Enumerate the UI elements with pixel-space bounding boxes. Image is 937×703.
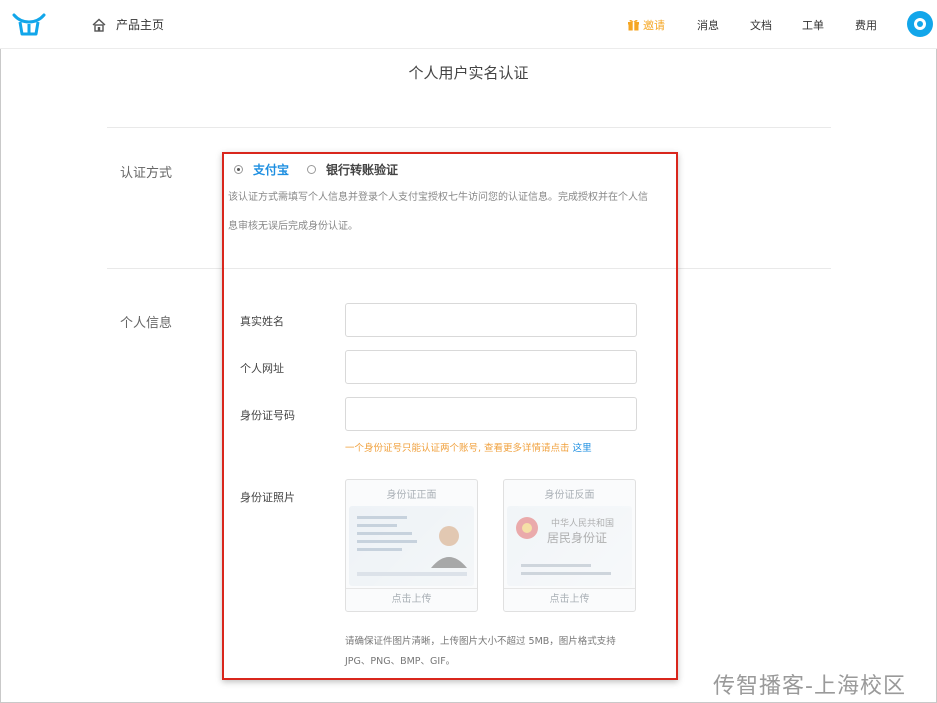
- real-name-input[interactable]: [345, 303, 637, 337]
- radio-bank-transfer-label[interactable]: 银行转账验证: [326, 161, 398, 178]
- auth-method-label: 认证方式: [120, 166, 173, 181]
- personal-info-label: 个人信息: [120, 316, 173, 331]
- website-label: 个人网址: [240, 362, 284, 375]
- radio-alipay-label[interactable]: 支付宝: [253, 161, 289, 178]
- upload-back-button[interactable]: 点击上传: [504, 588, 635, 613]
- id-hint-link[interactable]: 这里: [573, 443, 592, 454]
- id-front-illustration-icon: [357, 516, 467, 576]
- nav-billing[interactable]: 费用: [855, 17, 877, 33]
- id-number-hint: 一个身份证号只能认证两个账号, 查看更多详情请点击 这里: [345, 440, 592, 454]
- home-icon: [92, 18, 106, 32]
- top-navbar: 产品主页 邀请 消息 文档 工单 费用: [0, 0, 937, 49]
- watermark-text: 传智播客-上海校区: [713, 674, 906, 699]
- real-name-label: 真实姓名: [240, 315, 284, 328]
- upload-note: 请确保证件图片清晰，上传图片大小不超过 5MB，图片格式支持 JPG、PNG、B…: [345, 632, 645, 672]
- auth-method-description: 该认证方式需填写个人信息并登录个人支付宝授权七牛访问您的认证信息。完成授权并在个…: [228, 183, 648, 241]
- invite-label: 邀请: [643, 19, 665, 32]
- card-back-country: 中华人民共和国: [551, 517, 614, 529]
- nav-docs[interactable]: 文档: [750, 17, 772, 33]
- nav-messages[interactable]: 消息: [697, 17, 719, 33]
- user-avatar[interactable]: [907, 11, 933, 37]
- card-back-title: 居民身份证: [547, 530, 607, 545]
- description-line-2: 息审核无误后完成身份认证。: [228, 221, 358, 232]
- id-back-sample-image: 中华人民共和国 居民身份证: [507, 506, 632, 586]
- nav-tickets[interactable]: 工单: [802, 17, 824, 33]
- radio-alipay[interactable]: [234, 165, 243, 174]
- upload-front-title: 身份证正面: [386, 490, 437, 501]
- product-home-label: 产品主页: [116, 18, 165, 32]
- radio-bank-transfer[interactable]: [307, 165, 317, 174]
- upload-id-front[interactable]: 身份证正面 点击上传: [345, 479, 478, 612]
- invite-link[interactable]: 邀请: [628, 17, 665, 33]
- product-home-link[interactable]: 产品主页: [92, 16, 164, 33]
- page-title: 个人用户实名认证: [408, 64, 529, 82]
- section-divider: [107, 268, 831, 269]
- id-hint-text: 一个身份证号只能认证两个账号, 查看更多详情请点击: [345, 443, 570, 454]
- id-number-input[interactable]: [345, 397, 637, 431]
- id-number-label: 身份证号码: [240, 409, 295, 422]
- upload-id-back[interactable]: 身份证反面 中华人民共和国 居民身份证 点击上传: [503, 479, 636, 612]
- upload-note-line-1: 请确保证件图片清晰，上传图片大小不超过 5MB，图片格式支持: [345, 636, 616, 647]
- id-photo-label: 身份证照片: [240, 491, 295, 504]
- auth-method-radio-group: 支付宝 银行转账验证: [234, 161, 416, 178]
- section-divider: [107, 127, 831, 128]
- website-input[interactable]: [345, 350, 637, 384]
- description-line-1: 该认证方式需填写个人信息并登录个人支付宝授权七牛访问您的认证信息。完成授权并在个…: [228, 192, 648, 203]
- upload-front-button[interactable]: 点击上传: [346, 588, 477, 613]
- id-front-sample-image: [349, 506, 474, 586]
- upload-note-line-2: JPG、PNG、BMP、GIF。: [345, 656, 456, 667]
- id-back-illustration-icon: 中华人民共和国 居民身份证: [516, 517, 614, 575]
- qiniu-logo-icon[interactable]: [12, 12, 46, 38]
- gift-icon: [628, 20, 639, 31]
- upload-back-title: 身份证反面: [544, 490, 595, 501]
